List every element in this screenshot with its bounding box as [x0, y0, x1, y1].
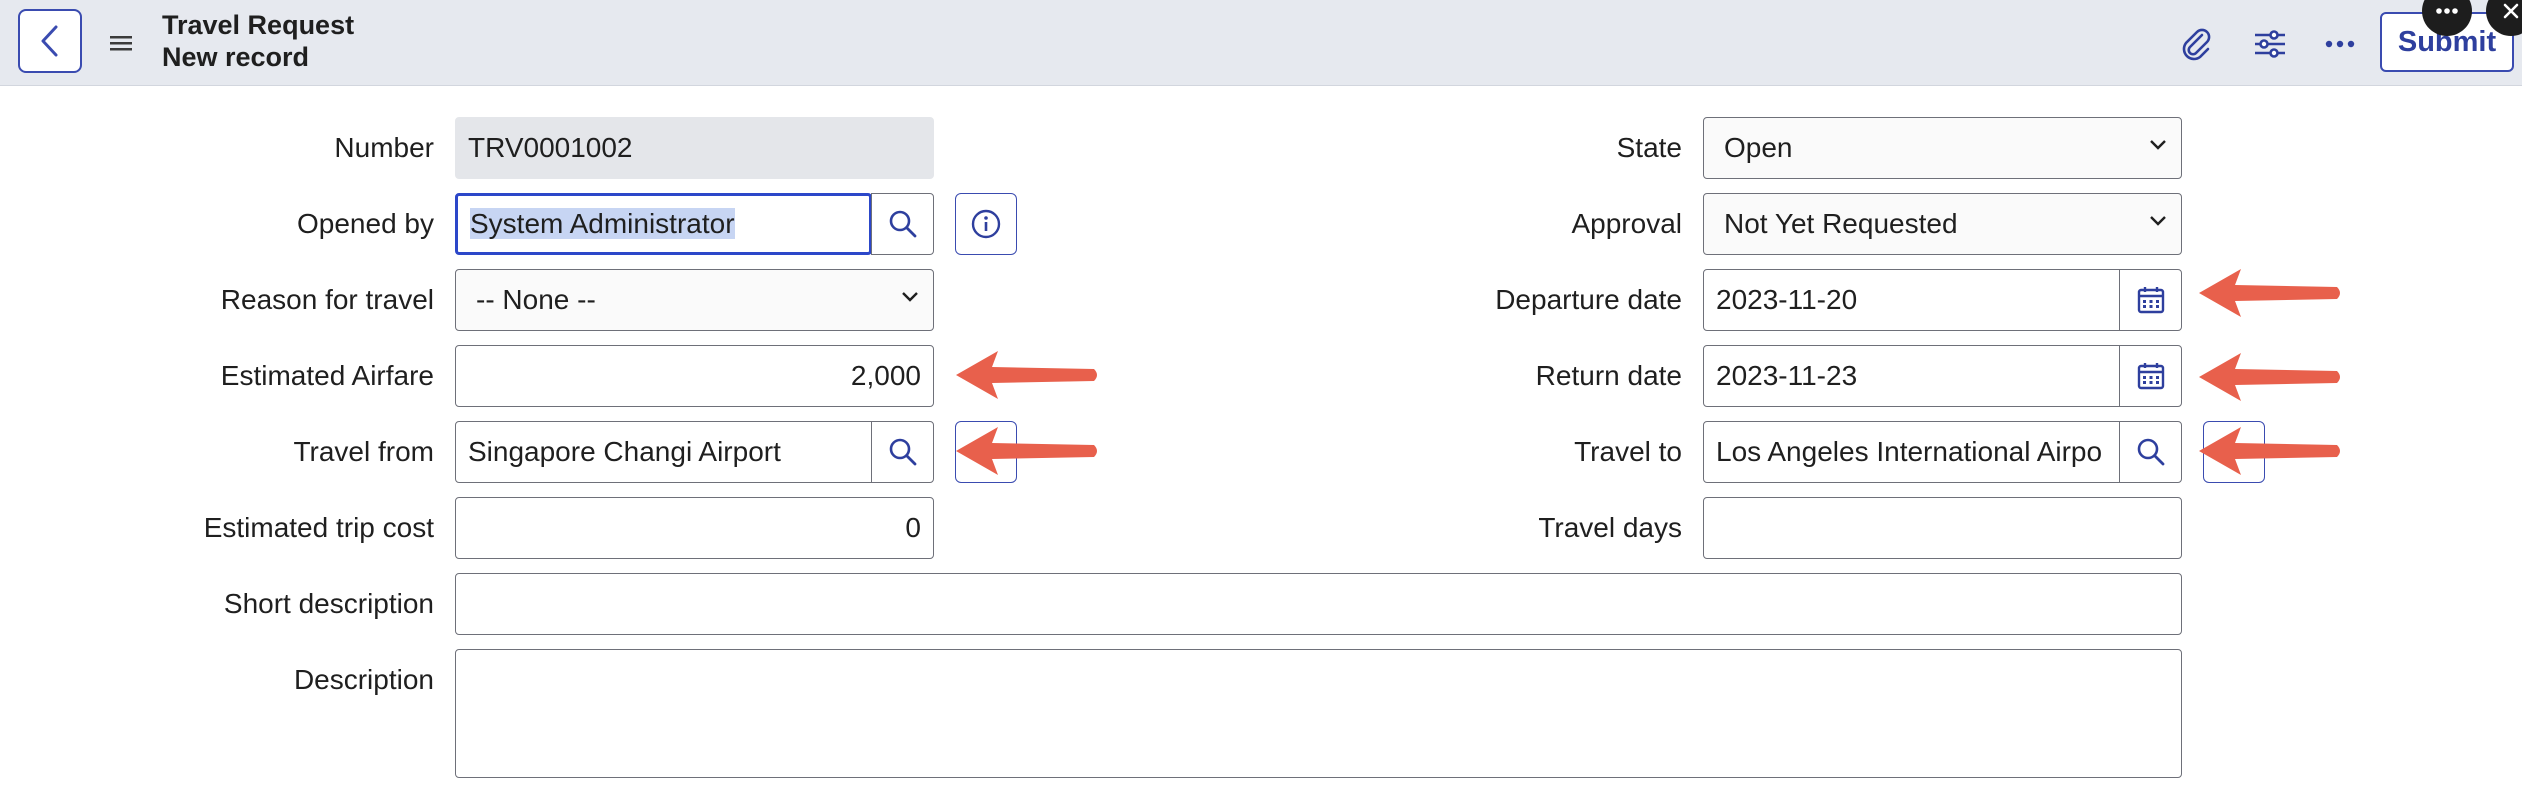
- form-title: Travel Request: [162, 10, 355, 40]
- reason-for-travel-value: -- None --: [476, 284, 596, 315]
- search-icon: [2137, 438, 2164, 466]
- number-label: Number: [334, 132, 434, 163]
- calendar-icon: [2137, 287, 2164, 314]
- search-icon: [889, 210, 916, 238]
- more-icon[interactable]: [2318, 22, 2362, 66]
- departure-date-label: Departure date: [1495, 284, 1682, 315]
- return-date-label: Return date: [1535, 360, 1682, 391]
- chevron-down-icon: [2150, 140, 2166, 150]
- annotation-arrow-icon: [2199, 353, 2340, 401]
- opened-by-info-button[interactable]: [955, 193, 1017, 255]
- annotation-arrow-icon: [2199, 427, 2340, 475]
- estimated-airfare-input[interactable]: 2,000: [455, 345, 934, 407]
- travel-to-lookup-button[interactable]: [2119, 421, 2182, 483]
- menu-icon[interactable]: [104, 26, 138, 60]
- opened-by-input[interactable]: System Administrator: [455, 193, 872, 255]
- travel-days-label: Travel days: [1538, 512, 1682, 543]
- return-date-picker-button[interactable]: [2119, 345, 2182, 407]
- state-value: Open: [1724, 132, 1793, 163]
- travel-from-input[interactable]: Singapore Changi Airport: [455, 421, 872, 483]
- number-field: TRV0001002: [455, 117, 934, 179]
- search-icon: [889, 438, 916, 466]
- departure-date-picker-button[interactable]: [2119, 269, 2182, 331]
- state-label: State: [1616, 132, 1682, 163]
- return-date-input[interactable]: 2023-11-23: [1703, 345, 2120, 407]
- form-subtitle: New record: [162, 42, 310, 72]
- back-button[interactable]: [18, 9, 82, 73]
- reason-for-travel-select[interactable]: -- None --: [455, 269, 934, 331]
- reason-for-travel-label: Reason for travel: [220, 284, 434, 315]
- opened-by-label: Opened by: [297, 208, 434, 239]
- short-description-input[interactable]: [455, 573, 2182, 635]
- annotation-arrow-icon: [956, 351, 1097, 399]
- approval-value: Not Yet Requested: [1724, 208, 1958, 239]
- short-description-label: Short description: [223, 588, 434, 619]
- travel-to-label: Travel to: [1574, 436, 1682, 467]
- estimated-trip-cost-label: Estimated trip cost: [203, 512, 434, 543]
- travel-days-input[interactable]: [1703, 497, 2182, 559]
- estimated-airfare-label: Estimated Airfare: [220, 360, 434, 391]
- opened-by-lookup-button[interactable]: [871, 193, 934, 255]
- opened-by-value: System Administrator: [470, 208, 735, 239]
- travel-from-lookup-button[interactable]: [871, 421, 934, 483]
- estimated-trip-cost-input[interactable]: 0: [455, 497, 934, 559]
- attachment-icon[interactable]: [2174, 22, 2218, 66]
- travel-from-label: Travel from: [293, 436, 434, 467]
- travel-to-input[interactable]: Los Angeles International Airpo: [1703, 421, 2120, 483]
- state-select[interactable]: Open: [1703, 117, 2182, 179]
- approval-select[interactable]: Not Yet Requested: [1703, 193, 2182, 255]
- back-icon: [41, 25, 58, 57]
- settings-sliders-icon[interactable]: [2248, 22, 2292, 66]
- description-label: Description: [293, 664, 434, 695]
- annotation-arrow-icon: [956, 427, 1097, 475]
- departure-date-input[interactable]: 2023-11-20: [1703, 269, 2120, 331]
- calendar-icon: [2137, 363, 2164, 390]
- form-header: [0, 0, 2522, 86]
- annotation-arrow-icon: [2199, 269, 2340, 317]
- chevron-down-icon: [2150, 216, 2166, 226]
- approval-label: Approval: [1571, 208, 1682, 239]
- chevron-down-icon: [902, 292, 918, 302]
- info-icon: [971, 209, 1001, 239]
- description-textarea[interactable]: [455, 649, 2182, 778]
